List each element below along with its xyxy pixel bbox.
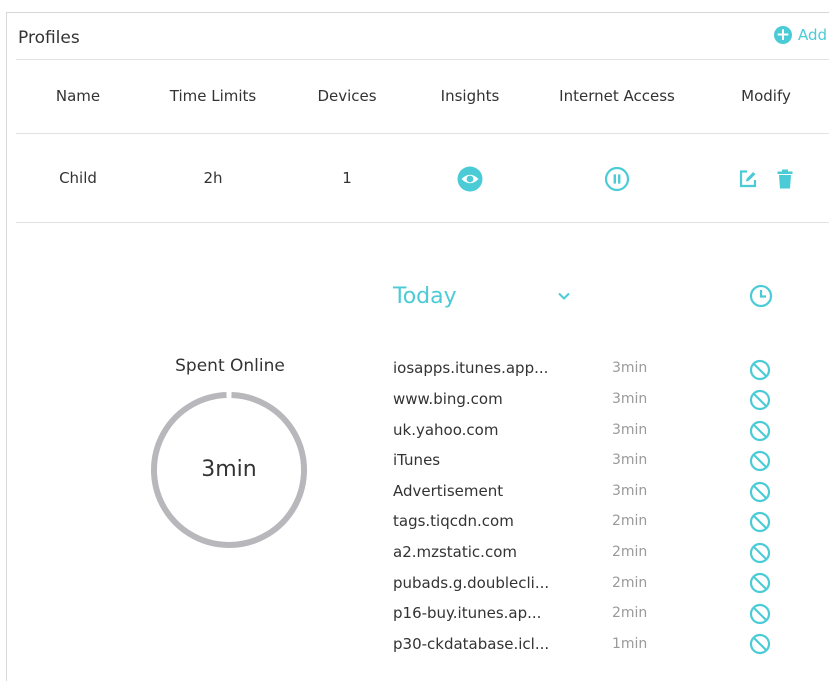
block-icon[interactable] — [749, 542, 771, 564]
add-profile-button[interactable]: + Add — [773, 25, 827, 45]
plus-circle-icon: + — [773, 25, 792, 45]
site-name: tags.tiqcdn.com — [393, 512, 514, 530]
divider — [16, 222, 829, 223]
site-time: 2min — [612, 513, 648, 529]
page-title: Profiles — [18, 28, 80, 48]
spent-online-value: 3min — [201, 457, 257, 482]
profile-name: Child — [59, 169, 97, 187]
edit-icon[interactable] — [738, 169, 758, 189]
block-icon[interactable] — [749, 603, 771, 625]
column-header-internet-access: Internet Access — [559, 87, 675, 105]
site-time: 3min — [612, 360, 648, 376]
trash-icon[interactable] — [777, 169, 793, 189]
profile-devices: 1 — [342, 169, 352, 187]
site-name: p30-ckdatabase.icl... — [393, 635, 550, 653]
spent-online-label: Spent Online — [175, 356, 285, 376]
block-icon[interactable] — [749, 389, 771, 411]
column-header-devices: Devices — [317, 87, 377, 105]
site-time: 3min — [612, 452, 648, 468]
column-header-time-limits: Time Limits — [169, 87, 257, 105]
block-icon[interactable] — [749, 450, 771, 472]
site-name: pubads.g.doublecli... — [393, 574, 550, 592]
chevron-down-icon[interactable] — [557, 291, 571, 301]
column-header-name: Name — [55, 87, 101, 105]
site-time: 2min — [612, 605, 648, 621]
column-header-modify: Modify — [741, 87, 791, 105]
site-time: 3min — [612, 391, 648, 407]
site-name: p16-buy.itunes.ap... — [393, 604, 542, 622]
block-icon[interactable] — [749, 481, 771, 503]
eye-icon[interactable] — [457, 166, 483, 192]
site-name: a2.mzstatic.com — [393, 543, 517, 561]
add-label: Add — [797, 26, 827, 44]
divider — [16, 59, 829, 60]
block-icon[interactable] — [749, 633, 771, 655]
site-name: Advertisement — [393, 482, 504, 500]
site-time: 2min — [612, 575, 648, 591]
site-time: 3min — [612, 483, 648, 499]
block-icon[interactable] — [749, 511, 771, 533]
site-name: uk.yahoo.com — [393, 421, 499, 439]
site-time: 3min — [612, 422, 648, 438]
period-selector[interactable]: Today — [393, 284, 457, 309]
block-icon[interactable] — [749, 359, 771, 381]
block-icon[interactable] — [749, 572, 771, 594]
site-time: 2min — [612, 544, 648, 560]
divider — [16, 133, 829, 134]
pause-circle-icon[interactable] — [604, 166, 630, 192]
site-time: 1min — [612, 636, 648, 652]
site-name: www.bing.com — [393, 390, 503, 408]
site-name: iosapps.itunes.app... — [393, 359, 549, 377]
column-header-insights: Insights — [440, 87, 500, 105]
block-icon[interactable] — [749, 420, 771, 442]
site-name: iTunes — [393, 451, 441, 469]
clock-icon[interactable] — [749, 284, 773, 308]
profile-time-limit: 2h — [203, 169, 223, 187]
